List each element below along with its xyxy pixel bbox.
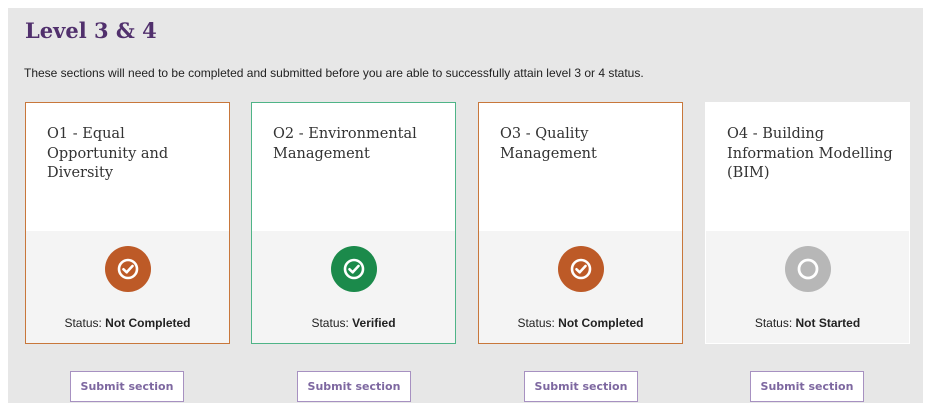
check-circle-icon: [557, 246, 604, 292]
section-name: O1 - Equal Opportunity and Diversity: [47, 126, 169, 181]
intro-text: These sections will need to be completed…: [24, 66, 644, 80]
check-circle-icon: [104, 246, 151, 292]
section-card-o2[interactable]: O2 - Environmental Management Status: Ve…: [251, 102, 456, 344]
card-header: O2 - Environmental Management: [252, 103, 455, 231]
status-value: Not Completed: [558, 316, 644, 330]
status-text: Status: Verified: [252, 316, 455, 330]
card-status-area: Status: Not Started: [706, 231, 909, 343]
status-value: Verified: [352, 316, 396, 330]
card-header: O4 - Building Information Modelling (BIM…: [706, 103, 909, 231]
status-label: Status:: [517, 316, 555, 330]
submit-section-button-o1[interactable]: Submit section: [70, 371, 184, 402]
submit-section-button-o3[interactable]: Submit section: [524, 371, 638, 402]
level-panel: Level 3 & 4 These sections will need to …: [8, 8, 923, 403]
submit-section-button-o4[interactable]: Submit section: [750, 371, 864, 402]
card-status-area: Status: Verified: [252, 231, 455, 343]
status-text: Status: Not Started: [706, 316, 909, 330]
status-text: Status: Not Completed: [479, 316, 682, 330]
empty-circle-icon: [784, 246, 831, 292]
page-title: Level 3 & 4: [25, 18, 157, 43]
submit-section-button-o2[interactable]: Submit section: [297, 371, 411, 402]
status-label: Status:: [754, 316, 793, 330]
section-card-o4[interactable]: O4 - Building Information Modelling (BIM…: [705, 102, 910, 344]
status-text: Status: Not Completed: [26, 316, 229, 330]
status-label: Status:: [311, 316, 349, 330]
card-header: O3 - Quality Management: [479, 103, 682, 231]
card-header: O1 - Equal Opportunity and Diversity: [26, 103, 229, 231]
status-label: Status:: [64, 316, 102, 330]
status-value: Not Completed: [105, 316, 191, 330]
status-value: Not Started: [795, 316, 861, 330]
section-name: O2 - Environmental Management: [273, 126, 417, 162]
section-name: O4 - Building Information Modelling (BIM…: [727, 126, 893, 181]
card-status-area: Status: Not Completed: [479, 231, 682, 343]
check-circle-icon: [330, 246, 377, 292]
card-status-area: Status: Not Completed: [26, 231, 229, 343]
section-card-o1[interactable]: O1 - Equal Opportunity and Diversity Sta…: [25, 102, 230, 344]
section-card-o3[interactable]: O3 - Quality Management Status: Not Comp…: [478, 102, 683, 344]
section-name: O3 - Quality Management: [500, 126, 597, 162]
